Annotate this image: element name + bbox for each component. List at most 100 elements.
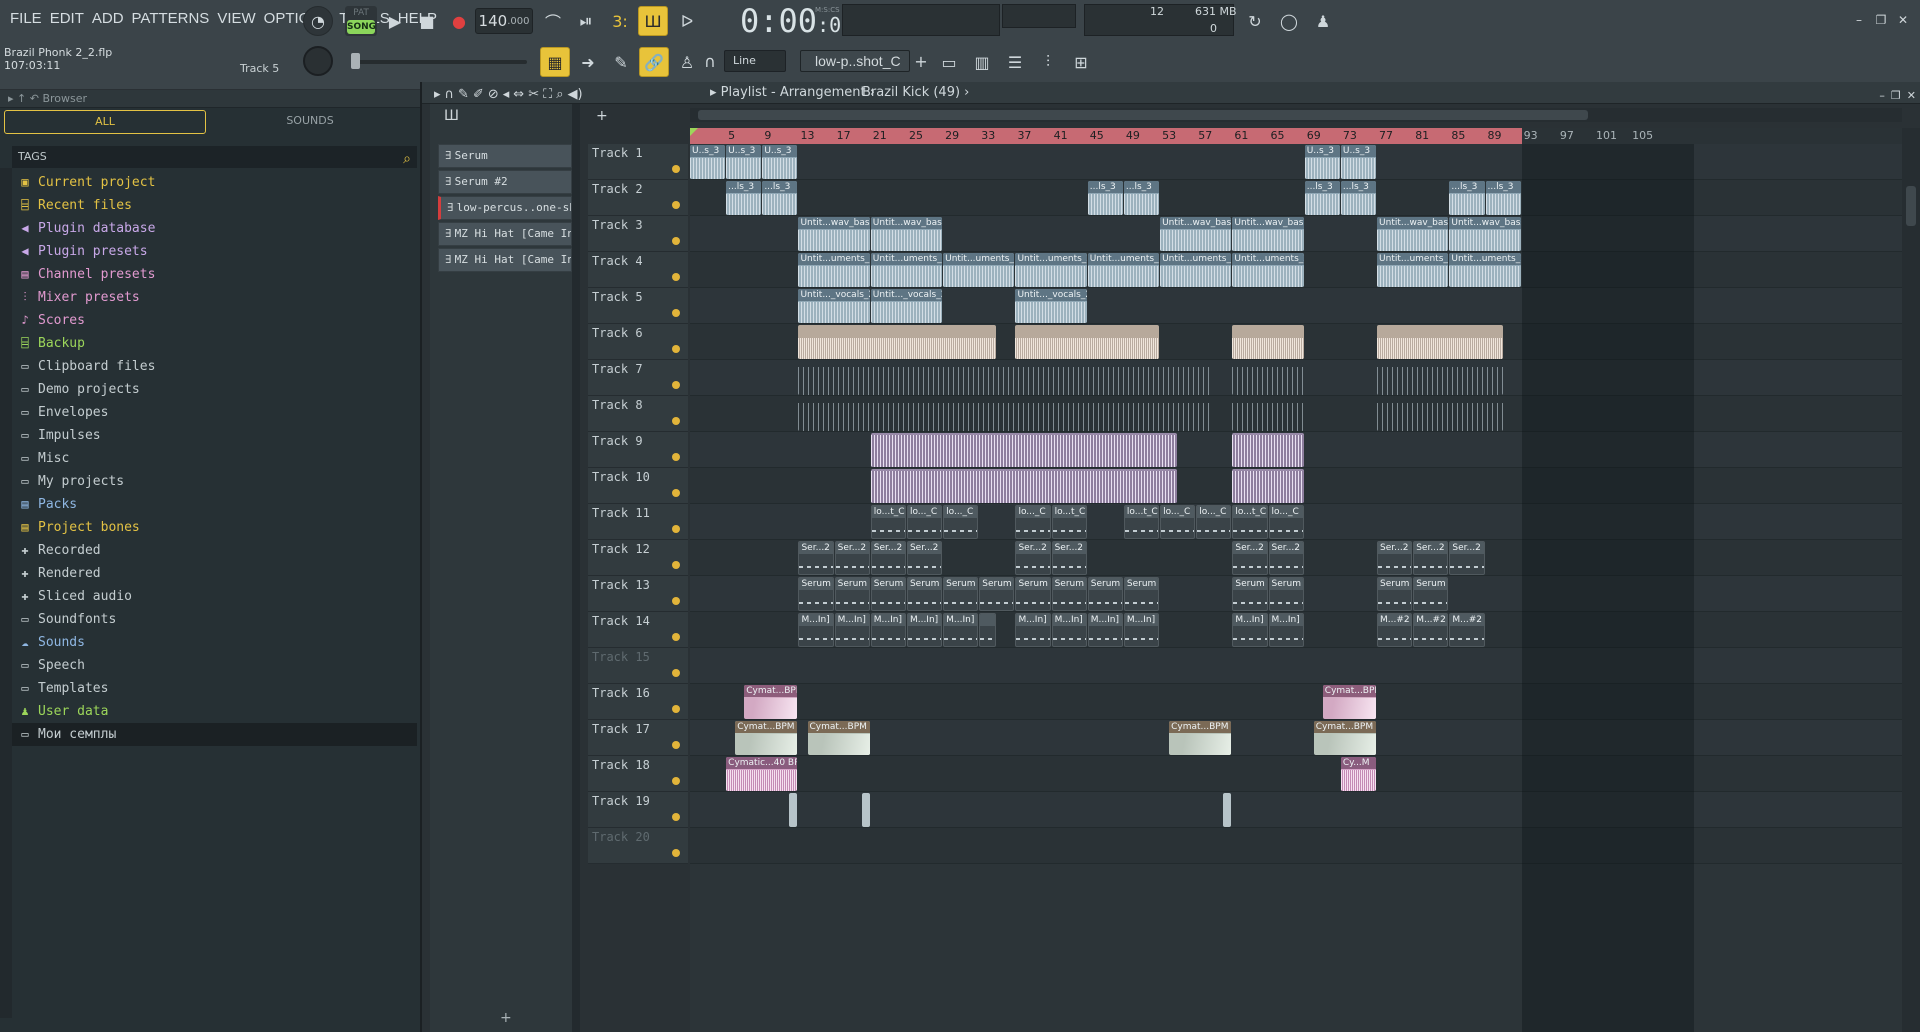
playlist-clip[interactable]: [789, 793, 798, 827]
track-lane[interactable]: [690, 720, 1902, 756]
arrow-button[interactable]: ➜: [573, 47, 603, 77]
track-header[interactable]: Track 18: [588, 756, 688, 792]
browser-folder[interactable]: ✚ Rendered: [12, 562, 417, 585]
playlist-clip[interactable]: Serum: [834, 577, 870, 611]
playlist-clip[interactable]: Untit...uments_2: [798, 253, 870, 287]
browser-folder[interactable]: ◀ Plugin presets: [12, 240, 417, 263]
track-led-icon[interactable]: [672, 453, 680, 461]
playlist-grid[interactable]: U..s_3 U..s_3 U..s_3 U..s_3 U..s_3 ...ls_3...…: [690, 144, 1902, 1032]
track-led-icon[interactable]: [672, 489, 680, 497]
playlist-clip[interactable]: M...#2: [1413, 613, 1449, 647]
master-slider-handle[interactable]: [351, 53, 360, 69]
options-arrow-icon[interactable]: ▸: [434, 84, 441, 106]
browser-folder[interactable]: ☁ Sounds: [12, 631, 417, 654]
minimize-icon[interactable]: –: [1879, 85, 1885, 107]
browser-scrollbar[interactable]: [0, 168, 12, 1018]
track-led-icon[interactable]: [672, 669, 680, 677]
browser-folder[interactable]: ▭ Мои семплы: [12, 723, 417, 746]
browser-folder[interactable]: ▤ Channel presets: [12, 263, 417, 286]
pattern-selector[interactable]: low-p..shot_C: [800, 50, 910, 72]
playlist-clip[interactable]: Ser...2: [834, 541, 870, 575]
pattern-picker-item[interactable]: ∃MZ Hi Hat [Came In] #2: [438, 248, 572, 272]
browser-folder[interactable]: ⫶ Mixer presets: [12, 286, 417, 309]
playlist-clip[interactable]: Untit...uments_2: [1449, 253, 1521, 287]
playlist-clip[interactable]: U..s_3: [726, 145, 762, 179]
menu-file[interactable]: FILE: [6, 10, 46, 27]
playlist-clip[interactable]: Untit...uments_2: [1232, 253, 1304, 287]
track-header[interactable]: Track 17: [588, 720, 688, 756]
playlist-clip[interactable]: [1015, 325, 1160, 359]
tags-bar[interactable]: TAGS ⌕: [12, 146, 417, 168]
track-lane[interactable]: [690, 792, 1902, 828]
add-pattern-button[interactable]: +: [500, 1010, 512, 1026]
stop-button[interactable]: ■: [412, 6, 442, 36]
playlist-clip[interactable]: ...ls_3: [1304, 181, 1340, 215]
playlist-clip[interactable]: [870, 433, 1178, 467]
track-led-icon[interactable]: [672, 165, 680, 173]
undo-history-button[interactable]: ↻: [1240, 6, 1270, 36]
playlist-clip[interactable]: [798, 397, 1214, 431]
wait-input-button[interactable]: ⏯: [571, 6, 601, 36]
track-led-icon[interactable]: [672, 633, 680, 641]
playlist-clip[interactable]: lo...t_C: [1051, 505, 1087, 539]
playlist-clip[interactable]: Ser...2: [1015, 541, 1051, 575]
paint-icon[interactable]: ✐: [473, 84, 484, 106]
track-lane[interactable]: [690, 180, 1902, 216]
mixer-button[interactable]: ▭: [934, 47, 964, 77]
browser-folder[interactable]: ⌸ Recent files: [12, 194, 417, 217]
browser-folder[interactable]: ▭ Clipboard files: [12, 355, 417, 378]
playlist-clip[interactable]: [798, 361, 1214, 395]
playlist-clip[interactable]: U..s_3: [1340, 145, 1377, 179]
playlist-clip[interactable]: Ser...2: [1413, 541, 1449, 575]
playlist-clip[interactable]: M...In]: [1123, 613, 1160, 647]
playlist-clip[interactable]: U..s_3: [762, 145, 798, 179]
draw-tool-button[interactable]: ✎: [606, 47, 636, 77]
tab-all[interactable]: ALL: [4, 110, 206, 134]
timeline-ruler[interactable]: 5 9 13 17 21 25 29 33 37 41 45 49 53 57 61 65 69 73 77 81 85…: [690, 128, 1902, 144]
playlist-clip[interactable]: Cymat...BPM: [744, 685, 798, 719]
playlist-clip[interactable]: lo..._C: [1015, 505, 1051, 539]
track-header[interactable]: Track 8: [588, 396, 688, 432]
playlist-clip[interactable]: Untit...uments_2: [1377, 253, 1449, 287]
browser-folder[interactable]: ▭ Speech: [12, 654, 417, 677]
vertical-scroll-thumb[interactable]: [1906, 186, 1916, 226]
playlist-clip[interactable]: [979, 613, 997, 647]
master-slider[interactable]: [352, 60, 527, 64]
playlist-clip[interactable]: Ser...2: [1232, 541, 1268, 575]
playlist-clip[interactable]: lo..._C: [1160, 505, 1196, 539]
link-button[interactable]: 🔗: [639, 47, 669, 77]
playlist-clip[interactable]: Cymatic...40 BPM: [726, 757, 798, 791]
playlist-clip[interactable]: M...In]: [1015, 613, 1051, 647]
browser-folder[interactable]: ✚ Recorded: [12, 539, 417, 562]
track-header[interactable]: Track 9: [588, 432, 688, 468]
track-header[interactable]: Track 14: [588, 612, 688, 648]
slip-icon[interactable]: ⇔: [513, 84, 524, 106]
pencil-icon[interactable]: ✎: [458, 84, 469, 106]
track-header[interactable]: Track 20: [588, 828, 688, 864]
playlist-clip[interactable]: Untit..._vocals_2: [870, 289, 943, 323]
step-edit-button[interactable]: Ш: [638, 6, 668, 36]
track-led-icon[interactable]: [672, 273, 680, 281]
channel-rack-button[interactable]: ☰: [1000, 47, 1030, 77]
playlist-clip[interactable]: Untit...wav_bass: [1232, 217, 1304, 251]
playlist-clip[interactable]: Untit..._vocals_2: [1015, 289, 1087, 323]
playlist-clip[interactable]: Untit..._vocals_2: [798, 289, 870, 323]
browser-arrow-icon[interactable]: ▸ ↑ ↶: [8, 92, 42, 105]
playlist-clip[interactable]: [1232, 469, 1304, 503]
playlist-clip[interactable]: Ser...2: [1051, 541, 1087, 575]
playlist-clip[interactable]: Serum: [1051, 577, 1087, 611]
zoom-icon[interactable]: ⌕: [556, 84, 563, 106]
playlist-clip[interactable]: [1223, 793, 1232, 827]
track-lane[interactable]: [690, 828, 1902, 864]
new-pattern-button[interactable]: +: [912, 50, 930, 72]
playlist-clip[interactable]: ...ls_3: [1340, 181, 1377, 215]
playlist-clip[interactable]: [1377, 325, 1503, 359]
pattern-picker-scrollbar[interactable]: [572, 104, 580, 1032]
playlist-clip[interactable]: [1232, 397, 1304, 431]
track-led-icon[interactable]: [672, 237, 680, 245]
playlist-clip[interactable]: Serum: [1377, 577, 1413, 611]
playlist-clip[interactable]: Cymat...BPM E: [1313, 721, 1377, 755]
playlist-clip[interactable]: Serum: [979, 577, 1015, 611]
track-led-icon[interactable]: [672, 561, 680, 569]
browser-folder[interactable]: ♪ Scores: [12, 309, 417, 332]
